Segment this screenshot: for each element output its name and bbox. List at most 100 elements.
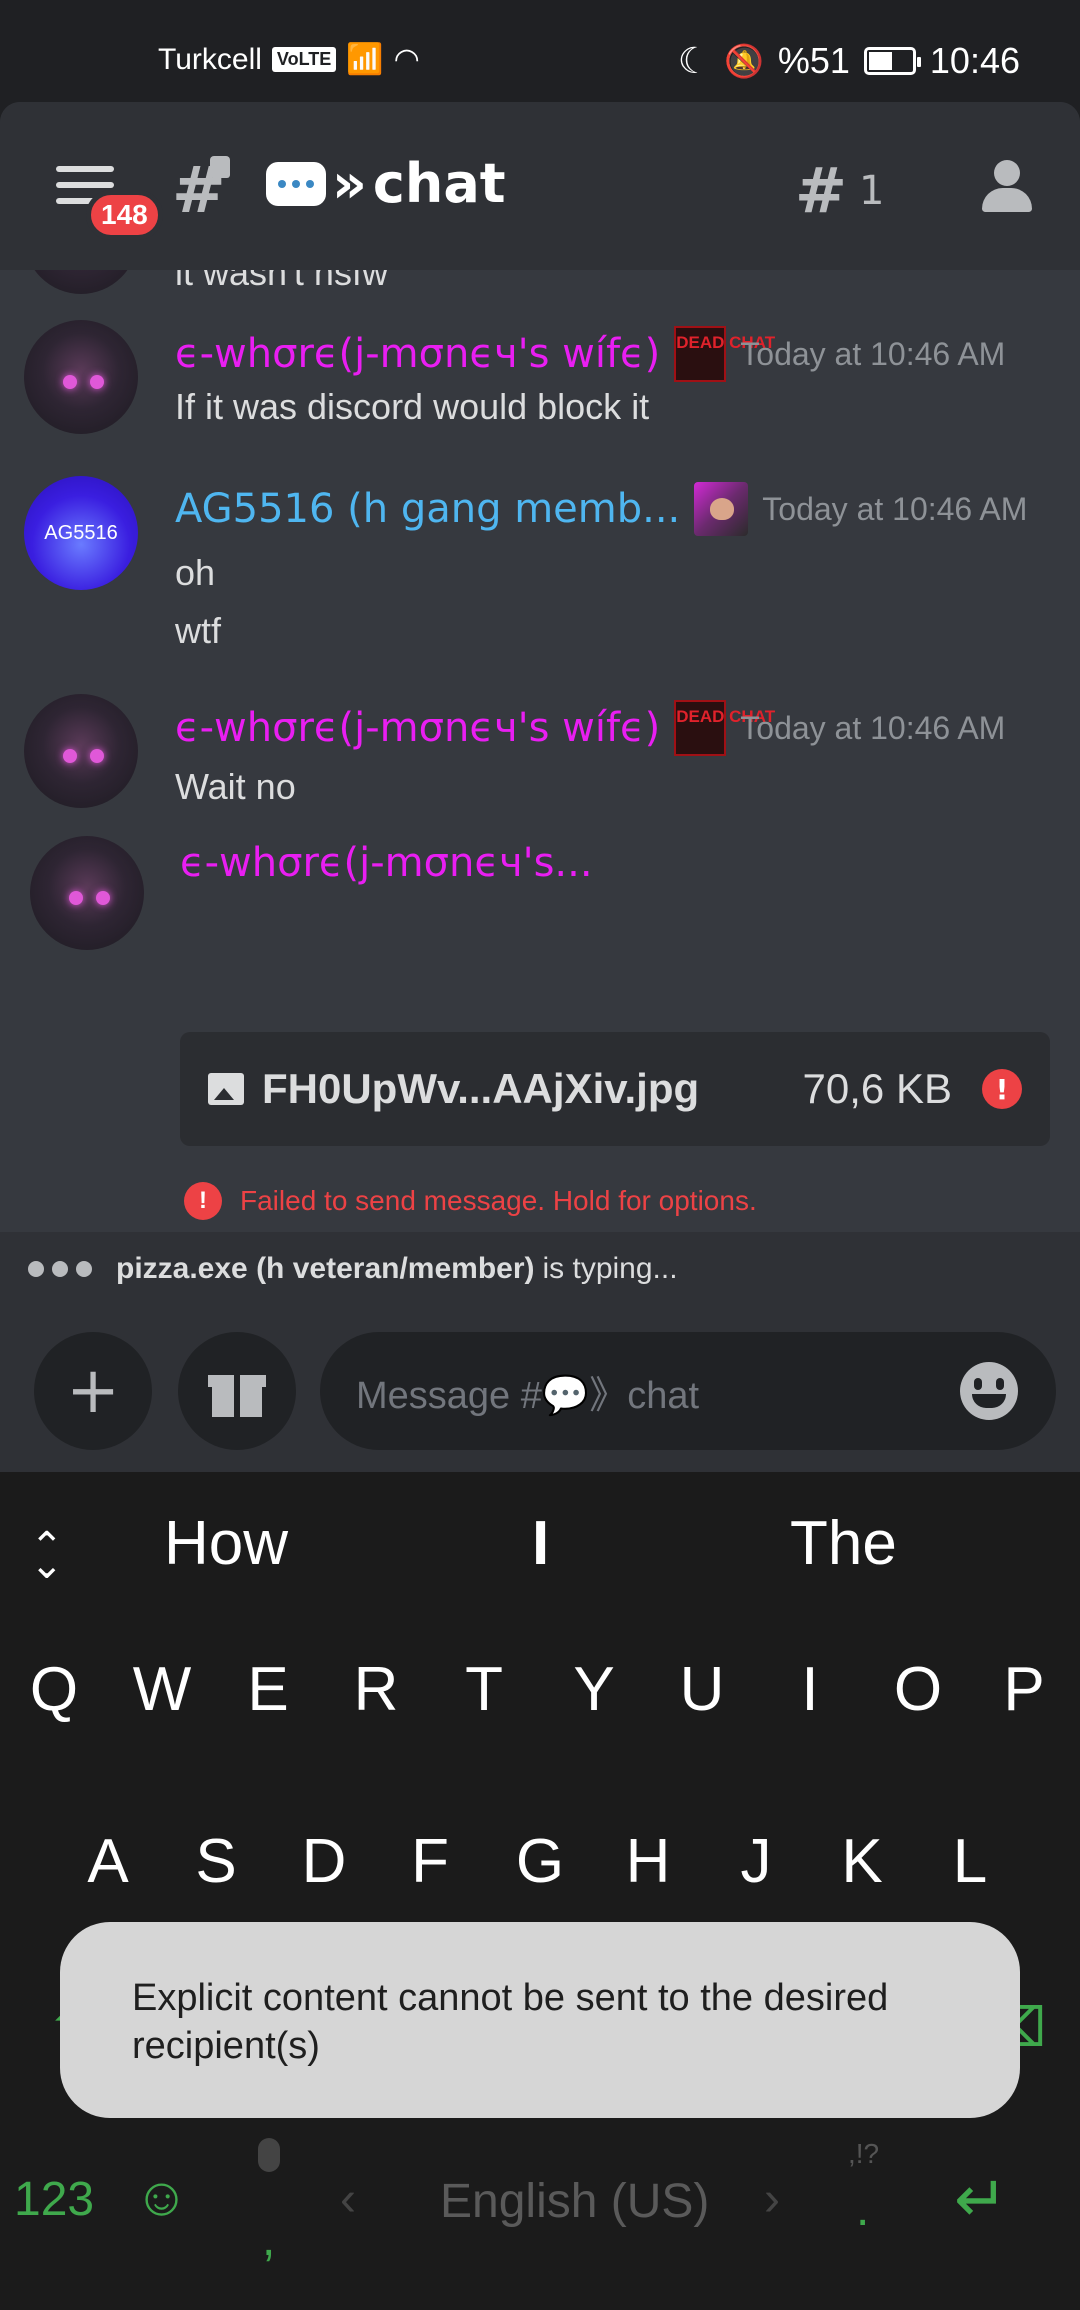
message-text: Wait no bbox=[175, 766, 296, 807]
channel-header: 148 # » chat # 1 bbox=[0, 102, 1080, 270]
typing-dots-icon bbox=[28, 1261, 92, 1277]
send-failed-notice[interactable]: ! Failed to send message. Hold for optio… bbox=[184, 1182, 757, 1220]
emoji-button[interactable] bbox=[960, 1362, 1018, 1420]
channel-title[interactable]: » chat bbox=[266, 152, 506, 215]
space-key[interactable]: English (US) bbox=[440, 2174, 709, 2229]
avatar[interactable] bbox=[24, 694, 138, 808]
double-chevron-icon: » bbox=[332, 152, 367, 215]
message-clipped: it wasn't nsfw bbox=[0, 270, 1080, 298]
key-w[interactable]: W bbox=[122, 1654, 202, 1725]
message-text: wtf bbox=[175, 610, 222, 651]
signal-icon: 📶 bbox=[346, 43, 384, 76]
period-key[interactable]: . bbox=[856, 2182, 869, 2237]
channel-name-text: chat bbox=[372, 152, 506, 215]
error-icon[interactable]: ! bbox=[982, 1069, 1022, 1109]
key-f[interactable]: F bbox=[390, 1826, 470, 1897]
image-icon bbox=[208, 1073, 244, 1105]
key-d[interactable]: D bbox=[284, 1826, 364, 1897]
unread-badge: 148 bbox=[86, 190, 163, 240]
key-q[interactable]: Q bbox=[14, 1654, 94, 1725]
clock: 10:46 bbox=[929, 40, 1020, 81]
key-j[interactable]: J bbox=[716, 1826, 796, 1897]
message-text: it wasn't nsfw bbox=[175, 270, 388, 293]
key-i[interactable]: I bbox=[770, 1654, 850, 1725]
status-bar: Turkcell VoLTE 📶 ◠ ☾ 🔕 %51 10:46 bbox=[0, 0, 1080, 102]
message-text: oh bbox=[175, 552, 216, 593]
attachment-card[interactable]: FH0UpWv...AAjXiv.jpg 70,6 KB ! bbox=[180, 1032, 1050, 1146]
comma-key[interactable]: , bbox=[262, 2212, 275, 2267]
speech-bubble-icon bbox=[266, 161, 326, 206]
volte-icon: VoLTE bbox=[271, 47, 337, 72]
attachment-size: 70,6 KB bbox=[802, 1065, 952, 1112]
key-s[interactable]: S bbox=[176, 1826, 256, 1897]
plus-icon: + bbox=[66, 1354, 120, 1428]
message-text: If it was discord would block it bbox=[175, 386, 650, 427]
add-attachment-button[interactable]: + bbox=[34, 1332, 152, 1450]
mic-icon bbox=[258, 2138, 280, 2172]
wifi-icon: ◠ bbox=[393, 43, 420, 76]
typing-user: pizza.exe (h veteran/member) bbox=[116, 1252, 535, 1285]
avatar[interactable] bbox=[24, 270, 138, 294]
punctuation-hint: ,!? bbox=[848, 2138, 880, 2169]
key-t[interactable]: T bbox=[444, 1654, 524, 1725]
soft-keyboard: ⌃ ⌄ How I The Q W E R T Y U I O P A S D F… bbox=[0, 1472, 1080, 2310]
key-o[interactable]: O bbox=[878, 1654, 958, 1725]
expand-suggestions-icon[interactable]: ⌃ ⌄ bbox=[30, 1524, 64, 1616]
battery-percent: %51 bbox=[777, 40, 850, 81]
battery-icon bbox=[863, 47, 921, 75]
role-tag-icon bbox=[694, 482, 749, 536]
author-name[interactable]: ϵ-whσrϵ(j-mσnϵч's wífϵ) bbox=[175, 331, 660, 377]
timestamp: Today at 10:46 AM bbox=[740, 335, 1006, 372]
role-tag-icon: DEAD CHAT bbox=[674, 326, 775, 382]
key-l[interactable]: L bbox=[930, 1826, 1010, 1897]
lock-icon bbox=[210, 156, 230, 178]
key-a[interactable]: A bbox=[68, 1826, 148, 1897]
suggestion-1[interactable]: How bbox=[164, 1508, 288, 1579]
carrier-info: Turkcell VoLTE 📶 ◠ bbox=[158, 42, 420, 77]
key-r[interactable]: R bbox=[336, 1654, 416, 1725]
members-button[interactable] bbox=[976, 160, 1040, 218]
author-name[interactable]: AG5516 (h gang memb... bbox=[175, 486, 680, 532]
suggestion-3[interactable]: The bbox=[790, 1508, 897, 1579]
role-tag-icon: DEAD CHAT bbox=[674, 700, 775, 756]
typing-indicator: pizza.exe (h veteran/member) is typing..… bbox=[0, 1232, 1080, 1306]
avatar[interactable] bbox=[24, 320, 138, 434]
chat-screen: 148 # » chat # 1 it wasn't nsfw ϵ-whσrϵ(… bbox=[0, 102, 1080, 1472]
carrier-name: Turkcell bbox=[158, 42, 262, 76]
timestamp: Today at 10:46 AM bbox=[740, 709, 1006, 746]
threads-icon: # bbox=[795, 154, 847, 227]
chevron-left-icon: ‹ bbox=[340, 2173, 356, 2226]
mute-bell-icon: 🔕 bbox=[724, 43, 764, 79]
typing-suffix: is typing... bbox=[542, 1252, 678, 1285]
timestamp: Today at 10:46 AM bbox=[762, 490, 1028, 527]
threads-button[interactable]: # 1 bbox=[795, 154, 884, 227]
threads-count: 1 bbox=[858, 167, 885, 214]
message-input[interactable]: Message #💬》chat bbox=[320, 1332, 1056, 1450]
gift-button[interactable] bbox=[178, 1332, 296, 1450]
key-y[interactable]: Y bbox=[554, 1654, 634, 1725]
suggestion-2[interactable]: I bbox=[532, 1508, 549, 1579]
status-right: ☾ 🔕 %51 10:46 bbox=[678, 40, 1020, 82]
key-g[interactable]: G bbox=[500, 1826, 580, 1897]
key-p[interactable]: P bbox=[984, 1654, 1064, 1725]
toast-message: Explicit content cannot be sent to the d… bbox=[60, 1922, 1020, 2118]
emoji-key-icon[interactable]: ☺ bbox=[134, 2166, 189, 2228]
error-icon: ! bbox=[184, 1182, 222, 1220]
key-h[interactable]: H bbox=[608, 1826, 688, 1897]
author-name[interactable]: ϵ-whσrϵ(j-mσnϵч's wífϵ) bbox=[175, 705, 660, 751]
moon-icon: ☾ bbox=[677, 40, 710, 81]
gift-icon bbox=[208, 1365, 266, 1417]
enter-key-icon[interactable]: ↵ bbox=[954, 2162, 1008, 2237]
key-k[interactable]: K bbox=[822, 1826, 902, 1897]
avatar[interactable]: AG5516 bbox=[24, 476, 138, 590]
key-e[interactable]: E bbox=[228, 1654, 308, 1725]
key-u[interactable]: U bbox=[662, 1654, 742, 1725]
author-name[interactable]: ϵ-whσrϵ(j-mσnϵч's... bbox=[180, 840, 593, 886]
chevron-right-icon: › bbox=[764, 2173, 780, 2226]
avatar-label: AG5516 bbox=[44, 521, 118, 544]
message-composer: + Message #💬》chat bbox=[0, 1306, 1080, 1472]
avatar[interactable] bbox=[30, 836, 144, 950]
message-placeholder: Message #💬》chat bbox=[356, 1374, 700, 1417]
numbers-key[interactable]: 123 bbox=[14, 2172, 94, 2227]
send-failed-text: Failed to send message. Hold for options… bbox=[240, 1185, 757, 1216]
